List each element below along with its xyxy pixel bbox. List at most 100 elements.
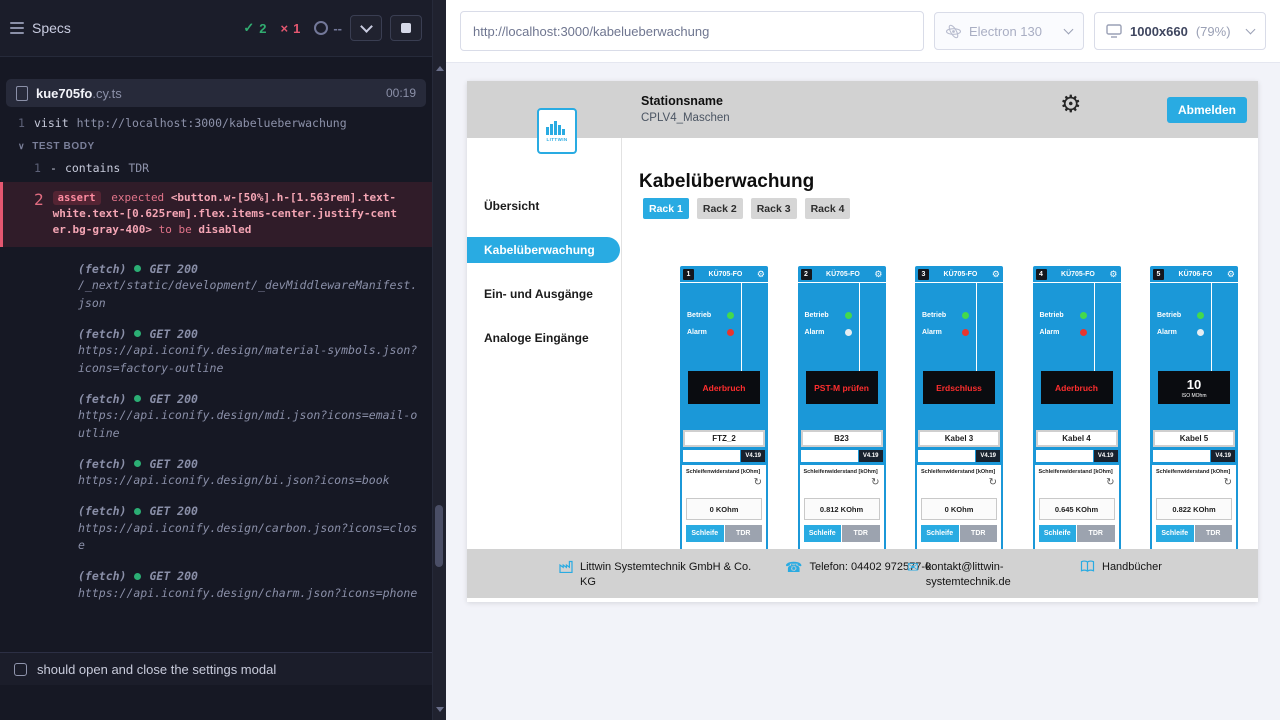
schleife-button[interactable]: Schleife: [686, 525, 724, 542]
logout-button[interactable]: Abmelden: [1167, 97, 1247, 123]
app-footer: Littwin Systemtechnik GmbH & Co. KG ☎ Te…: [467, 549, 1258, 598]
page-title: Kabelüberwachung: [639, 171, 814, 193]
visit-url: http://localhost:3000/kabelueberwachung: [77, 116, 347, 130]
viewport-size: 1000x660: [1130, 24, 1188, 39]
firmware-version: V4.19: [741, 450, 765, 462]
viewport-selector[interactable]: 1000x660 (79%): [1094, 12, 1266, 50]
phone-icon: ☎: [785, 560, 802, 574]
cypress-runner-panel: Specs ✓2 ×1 -- kue705fo.cy.ts 00:19 1 vi…: [0, 0, 432, 720]
alarm-led: [962, 329, 969, 336]
refresh-icon[interactable]: ↻: [754, 478, 762, 488]
tdr-button[interactable]: TDR: [842, 525, 880, 542]
browser-selector[interactable]: Electron 130: [934, 12, 1084, 50]
schleife-button[interactable]: Schleife: [1039, 525, 1077, 542]
stop-button[interactable]: [390, 15, 422, 41]
aut-stage: Electron 130 1000x660 (79%): [446, 0, 1280, 720]
fetch-log-row[interactable]: (fetch)GET 200 /_next/static/development…: [0, 260, 432, 312]
betrieb-led: [727, 312, 734, 319]
app-header: [467, 81, 1258, 138]
screen: Specs ✓2 ×1 -- kue705fo.cy.ts 00:19 1 vi…: [0, 0, 1280, 720]
gear-icon[interactable]: ⚙: [757, 270, 765, 279]
tab-rack-3[interactable]: Rack 3: [751, 198, 797, 219]
url-input[interactable]: [460, 11, 924, 51]
station-label: Stationsname: [641, 94, 730, 108]
gear-icon[interactable]: ⚙: [1109, 270, 1117, 279]
spec-title-bar[interactable]: kue705fo.cy.ts 00:19: [6, 79, 426, 107]
scroll-up-icon[interactable]: [436, 66, 444, 71]
gear-icon[interactable]: ⚙: [1227, 270, 1235, 279]
aut-toolbar: Electron 130 1000x660 (79%): [446, 0, 1280, 63]
version-box: [918, 450, 975, 462]
contains-command-row[interactable]: 1 - contains TDR: [0, 158, 432, 178]
browser-name: Electron 130: [969, 24, 1042, 39]
runner-scrollbar[interactable]: [432, 0, 446, 720]
collapse-reporter-button[interactable]: [350, 15, 382, 41]
footer-company: Littwin Systemtechnik GmbH & Co. KG: [559, 560, 758, 589]
status-dot-icon: [134, 460, 141, 467]
sidebar-item-kabelueberwachung[interactable]: Kabelüberwachung: [467, 237, 620, 263]
sidebar-item-ein-und-ausgaenge[interactable]: Ein- und Ausgänge: [467, 281, 621, 307]
scroll-down-icon[interactable]: [436, 707, 444, 712]
device-card: 3 KÜ705-FO ⚙ Betrieb Alarm: [915, 266, 1003, 549]
settings-gear-icon[interactable]: ⚙: [1060, 93, 1082, 117]
schleife-button[interactable]: Schleife: [921, 525, 959, 542]
chevron-down-icon: ∨: [18, 141, 25, 152]
cable-name: Kabel 5: [1153, 430, 1235, 447]
device-card: 1 KÜ705-FO ⚙ Betrieb Alarm: [680, 266, 768, 549]
fetch-log-row[interactable]: (fetch)GET 200 https://api.iconify.desig…: [0, 568, 432, 603]
collapsed-test-row[interactable]: should open and close the settings modal: [0, 652, 432, 685]
specs-button[interactable]: Specs: [10, 19, 71, 37]
schleife-button[interactable]: Schleife: [1156, 525, 1194, 542]
footer-manuals[interactable]: Handbücher: [1080, 560, 1162, 575]
firmware-version: V4.19: [859, 450, 883, 462]
gear-icon[interactable]: ⚙: [992, 270, 1000, 279]
device-number: 4: [1036, 269, 1047, 280]
chevron-down-icon: [1246, 25, 1256, 35]
tdr-button[interactable]: TDR: [960, 525, 998, 542]
failed-count: ×1: [281, 21, 301, 36]
visit-command-row[interactable]: 1 visit http://localhost:3000/kabelueber…: [0, 113, 432, 133]
app-under-test: LITTWIN Stationsname CPLV4_Maschen ⚙ Abm…: [467, 81, 1258, 602]
refresh-icon[interactable]: ↻: [871, 478, 879, 488]
fetch-log-row[interactable]: (fetch)GET 200 https://api.iconify.desig…: [0, 390, 432, 442]
littwin-logo: LITTWIN: [537, 108, 577, 154]
tdr-button[interactable]: TDR: [1077, 525, 1115, 542]
tab-rack-4[interactable]: Rack 4: [805, 198, 851, 219]
assert-state: disabled: [198, 223, 251, 236]
command-arg: TDR: [128, 161, 149, 175]
failed-assert-row[interactable]: 2 assert expected <button.w-[50%].h-[1.5…: [0, 182, 432, 247]
test-body-section-header[interactable]: ∨ TEST BODY: [0, 133, 432, 158]
fetch-log-row[interactable]: (fetch)GET 200 https://api.iconify.desig…: [0, 455, 432, 490]
sidebar-item-uebersicht[interactable]: Übersicht: [467, 193, 621, 219]
fetch-log-row[interactable]: (fetch)GET 200 https://api.iconify.desig…: [0, 503, 432, 555]
schleife-button[interactable]: Schleife: [804, 525, 842, 542]
specs-label: Specs: [32, 20, 71, 36]
status-dot-icon: [134, 573, 141, 580]
device-model: KÜ705-FO: [932, 271, 989, 278]
device-number: 2: [801, 269, 812, 280]
status-dot-icon: [134, 265, 141, 272]
device-number: 3: [918, 269, 929, 280]
refresh-icon[interactable]: ↻: [1224, 478, 1232, 488]
tdr-button[interactable]: TDR: [725, 525, 763, 542]
specs-menu-icon: [10, 19, 24, 37]
device-card: 5 KÜ706-FO ⚙ Betrieb Alarm: [1150, 266, 1238, 549]
tdr-button[interactable]: TDR: [1195, 525, 1233, 542]
resistance-value: 0.812 KOhm: [804, 498, 880, 520]
sidebar-item-analoge-eingaenge[interactable]: Analoge Eingänge: [467, 325, 621, 351]
cable-name: FTZ_2: [683, 430, 765, 447]
assert-message: assert expected <button.w-[50%].h-[1.563…: [53, 190, 399, 238]
alarm-led: [845, 329, 852, 336]
fetch-log-row[interactable]: (fetch)GET 200 https://api.iconify.desig…: [0, 325, 432, 377]
refresh-icon[interactable]: ↻: [1106, 478, 1114, 488]
version-box: [683, 450, 740, 462]
refresh-icon[interactable]: ↻: [989, 478, 997, 488]
skyline-icon: [546, 121, 568, 135]
assert-badge: assert: [53, 191, 101, 205]
device-model: KÜ705-FO: [1050, 271, 1107, 278]
tab-rack-2[interactable]: Rack 2: [697, 198, 743, 219]
tab-rack-1[interactable]: Rack 1: [643, 198, 689, 219]
scrollbar-thumb[interactable]: [435, 505, 443, 567]
gear-icon[interactable]: ⚙: [874, 270, 882, 279]
device-cards: 1 KÜ705-FO ⚙ Betrieb Alarm: [680, 266, 1258, 549]
